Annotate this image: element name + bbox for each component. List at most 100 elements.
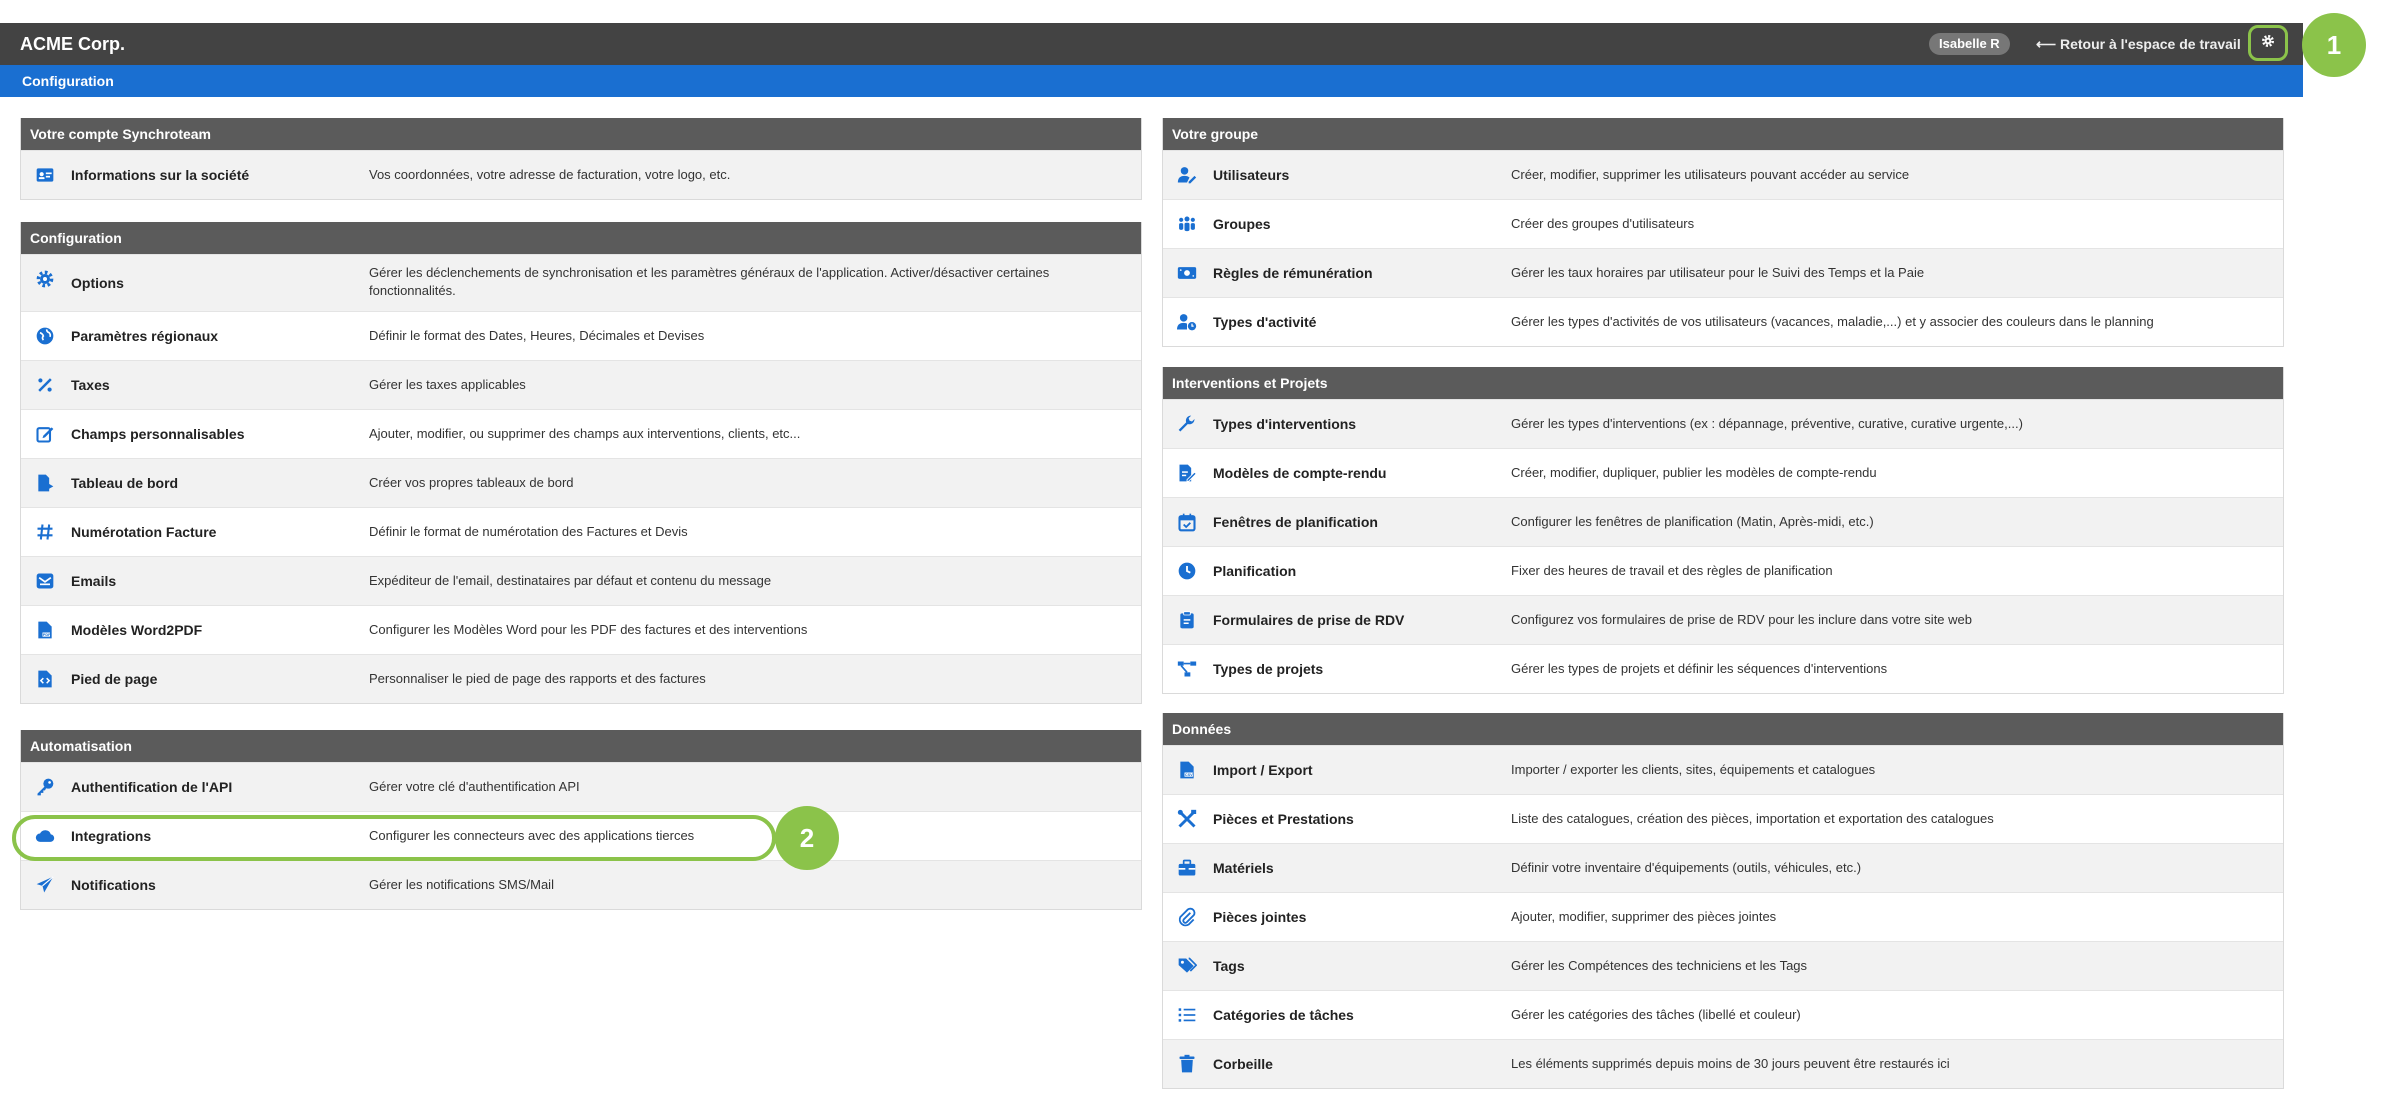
item-description: Configurer les Modèles Word pour les PDF… (369, 622, 808, 637)
settings-item-import-export[interactable]: CSV Import / Export Importer / exporter le… (1163, 745, 2283, 794)
settings-item-options[interactable]: Options Gérer les déclenchements de synch… (21, 254, 1141, 311)
item-description: Définir votre inventaire d'équipements (… (1511, 860, 1862, 875)
settings-item-pieces-et-prestations[interactable]: Pièces et Prestations Liste des catalogue… (1163, 794, 2283, 843)
cloud-icon (33, 824, 57, 848)
item-description: Gérer les notifications SMS/Mail (369, 877, 554, 892)
item-label: Champs personnalisables (71, 426, 245, 442)
send-icon (33, 873, 57, 897)
settings-item-utilisateurs[interactable]: Utilisateurs Créer, modifier, supprimer l… (1163, 150, 2283, 199)
item-label: Utilisateurs (1213, 167, 1290, 183)
panel-title: Données (1163, 713, 2283, 745)
company-name: ACME Corp. (20, 34, 125, 54)
item-label: Types de projets (1213, 661, 1324, 677)
item-label: Informations sur la société (71, 167, 250, 183)
id-card-icon (33, 163, 57, 187)
settings-item-fenetres-de-planification[interactable]: Fenêtres de planification Configurer les … (1163, 497, 2283, 546)
item-label: Tags (1213, 958, 1245, 974)
settings-item-pied-de-page[interactable]: Pied de page Personnaliser le pied de pag… (21, 654, 1141, 703)
item-description: Gérer les déclenchements de synchronisat… (369, 265, 1050, 298)
settings-item-numerotation-facture[interactable]: Numérotation Facture Définir le format de… (21, 507, 1141, 556)
settings-item-corbeille[interactable]: Corbeille Les éléments supprimés depuis m… (1163, 1039, 2283, 1088)
settings-item-integrations[interactable]: Integrations Configurer les connecteurs a… (21, 811, 1141, 860)
tools-icon (1175, 807, 1199, 831)
item-description: Créer, modifier, dupliquer, publier les … (1511, 465, 1877, 480)
item-description: Fixer des heures de travail et des règle… (1511, 563, 1833, 578)
settings-item-types-de-projets[interactable]: Types de projets Gérer les types de proje… (1163, 644, 2283, 693)
trash-icon (1175, 1052, 1199, 1076)
edit-icon (33, 422, 57, 446)
settings-item-tableau-de-bord[interactable]: Tableau de bord Créer vos propres tableau… (21, 458, 1141, 507)
settings-button[interactable] (2248, 25, 2288, 61)
clipboard-icon (1175, 608, 1199, 632)
item-description: Liste des catalogues, création des pièce… (1511, 811, 1994, 826)
item-label: Authentification de l'API (71, 779, 233, 795)
settings-item-tags[interactable]: Tags Gérer les Compétences des technicien… (1163, 941, 2283, 990)
item-label: Pièces jointes (1213, 909, 1307, 925)
settings-item-modeles-word2pdf[interactable]: PDF Modèles Word2PDF Configurer les Modèle… (21, 605, 1141, 654)
globe-icon (33, 324, 57, 348)
wrench-icon (1175, 412, 1199, 436)
report-edit-icon (1175, 461, 1199, 485)
toolbox-icon (1175, 856, 1199, 880)
item-label: Groupes (1213, 216, 1271, 232)
item-label: Types d'activité (1213, 314, 1317, 330)
item-label: Modèles de compte-rendu (1213, 465, 1387, 481)
item-description: Ajouter, modifier, ou supprimer des cham… (369, 426, 801, 441)
settings-item-regles-de-remuneration[interactable]: Règles de rémunération Gérer les taux hor… (1163, 248, 2283, 297)
item-description: Gérer votre clé d'authentification API (369, 779, 580, 794)
panel-group: Votre groupe Utilisateurs Créer, modifier… (1162, 118, 2284, 347)
money-icon (1175, 261, 1199, 285)
panel-title: Configuration (21, 222, 1141, 254)
settings-item-groupes[interactable]: Groupes Créer des groupes d'utilisateurs (1163, 199, 2283, 248)
settings-item-materiels[interactable]: Matériels Définir votre inventaire d'équi… (1163, 843, 2283, 892)
settings-item-types-d-interventions[interactable]: Types d'interventions Gérer les types d'i… (1163, 399, 2283, 448)
settings-item-emails[interactable]: Emails Expéditeur de l'email, destinatair… (21, 556, 1141, 605)
settings-item-taxes[interactable]: Taxes Gérer les taxes applicables (21, 360, 1141, 409)
callout-2: 2 (775, 806, 839, 870)
key-icon (33, 775, 57, 799)
settings-item-notifications[interactable]: Notifications Gérer les notifications SMS… (21, 860, 1141, 909)
settings-item-categories-de-taches[interactable]: Catégories de tâches Gérer les catégories… (1163, 990, 2283, 1039)
item-label: Numérotation Facture (71, 524, 217, 540)
item-description: Gérer les taux horaires par utilisateur … (1511, 265, 1925, 280)
code-file-icon (33, 667, 57, 691)
panel-title: Votre compte Synchroteam (21, 118, 1141, 150)
item-description: Définir le format de numérotation des Fa… (369, 524, 688, 539)
item-description: Gérer les catégories des tâches (libellé… (1511, 1007, 1801, 1022)
tags-icon (1175, 954, 1199, 978)
pdf-file-icon: PDF (33, 618, 57, 642)
calendar-check-icon (1175, 510, 1199, 534)
email-icon (33, 569, 57, 593)
callout-1: 1 (2302, 13, 2366, 77)
settings-item-modeles-de-compte-rendu[interactable]: Modèles de compte-rendu Créer, modifier, … (1163, 448, 2283, 497)
list-icon (1175, 1003, 1199, 1027)
item-description: Définir le format des Dates, Heures, Déc… (369, 328, 705, 343)
item-description: Créer vos propres tableaux de bord (369, 475, 574, 490)
back-to-workspace-link[interactable]: ⟵ Retour à l'espace de travail (2036, 23, 2241, 65)
item-description: Créer, modifier, supprimer les utilisate… (1511, 167, 1910, 182)
settings-item-champs-personnalisables[interactable]: Champs personnalisables Ajouter, modifier… (21, 409, 1141, 458)
item-description: Configurez vos formulaires de prise de R… (1511, 612, 1972, 627)
settings-item-formulaires-de-prise-de-rdv[interactable]: Formulaires de prise de RDV Configurez vo… (1163, 595, 2283, 644)
item-label: Tableau de bord (71, 475, 179, 491)
item-description: Configurer les connecteurs avec des appl… (369, 828, 695, 843)
settings-item-authentification-de-l-api[interactable]: Authentification de l'API Gérer votre clé… (21, 762, 1141, 811)
item-label: Import / Export (1213, 762, 1313, 778)
item-label: Matériels (1213, 860, 1274, 876)
settings-item-informations-sur-la-societe[interactable]: Informations sur la société Vos coordonné… (21, 150, 1141, 199)
page-title: Configuration (22, 73, 114, 89)
settings-item-parametres-regionaux[interactable]: Paramètres régionaux Définir le format de… (21, 311, 1141, 360)
gear-icon (2260, 33, 2276, 54)
settings-item-planification[interactable]: Planification Fixer des heures de travail… (1163, 546, 2283, 595)
item-description: Configurer les fenêtres de planification… (1511, 514, 1874, 529)
item-label: Integrations (71, 828, 152, 844)
item-label: Formulaires de prise de RDV (1213, 612, 1405, 628)
panel-title: Votre groupe (1163, 118, 2283, 150)
panel-interventions: Interventions et Projets Types d'interve… (1162, 367, 2284, 694)
item-description: Gérer les taxes applicables (369, 377, 526, 392)
user-badge[interactable]: Isabelle R (1929, 33, 2010, 55)
settings-item-pieces-jointes[interactable]: Pièces jointes Ajouter, modifier, supprim… (1163, 892, 2283, 941)
panel-account: Votre compte Synchroteam Informations su… (20, 118, 1142, 200)
settings-item-types-d-activite[interactable]: Types d'activité Gérer les types d'activi… (1163, 297, 2283, 346)
page-header-bar: Configuration (0, 65, 2303, 97)
